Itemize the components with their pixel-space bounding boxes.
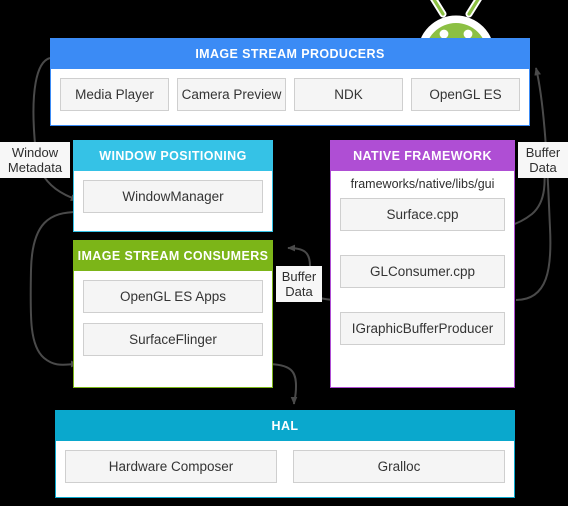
callout-buffer-data-middle-line2: Data bbox=[285, 284, 313, 299]
callout-window-metadata-line2: Metadata bbox=[7, 160, 63, 175]
panel-image-stream-producers: IMAGE STREAM PRODUCERS Media Player Came… bbox=[50, 38, 530, 126]
wire-windowmanager-to-surfaceflinger bbox=[29, 211, 79, 368]
wire-bufferdata-to-consumers bbox=[287, 244, 311, 267]
callout-buffer-data-middle-line1: Buffer bbox=[281, 269, 317, 284]
callout-window-metadata-line1: Window bbox=[11, 145, 59, 160]
node-ndk[interactable]: NDK bbox=[294, 78, 403, 111]
node-igraphicbufferproducer[interactable]: IGraphicBufferProducer bbox=[340, 312, 505, 345]
panel-window-positioning: WINDOW POSITIONING WindowManager bbox=[73, 140, 273, 232]
callout-window-metadata: Window Metadata bbox=[0, 142, 70, 178]
native-framework-path: frameworks/native/libs/gui bbox=[350, 177, 495, 191]
panel-native-framework: NATIVE FRAMEWORK frameworks/native/libs/… bbox=[330, 140, 515, 388]
diagram-canvas: IMAGE STREAM PRODUCERS Media Player Came… bbox=[0, 0, 568, 506]
node-gralloc[interactable]: Gralloc bbox=[293, 450, 505, 483]
node-surface-cpp[interactable]: Surface.cpp bbox=[340, 198, 505, 231]
panel-hal: HAL Hardware Composer Gralloc bbox=[55, 410, 515, 498]
node-opengl-es[interactable]: OpenGL ES bbox=[411, 78, 520, 111]
panel-header-image-stream-producers: IMAGE STREAM PRODUCERS bbox=[51, 39, 529, 69]
node-opengl-es-apps[interactable]: OpenGL ES Apps bbox=[83, 280, 263, 313]
panel-header-native-framework: NATIVE FRAMEWORK bbox=[331, 141, 514, 171]
node-media-player[interactable]: Media Player bbox=[60, 78, 169, 111]
panel-image-stream-consumers: IMAGE STREAM CONSUMERS OpenGL ES Apps Su… bbox=[73, 240, 273, 388]
node-hardware-composer[interactable]: Hardware Composer bbox=[65, 450, 277, 483]
node-glconsumer-cpp[interactable]: GLConsumer.cpp bbox=[340, 255, 505, 288]
callout-buffer-data-right-line1: Buffer bbox=[525, 145, 561, 160]
image-stream-consumers-body: OpenGL ES Apps SurfaceFlinger bbox=[74, 271, 272, 365]
panel-header-window-positioning: WINDOW POSITIONING bbox=[74, 141, 272, 171]
panel-header-image-stream-consumers: IMAGE STREAM CONSUMERS bbox=[74, 241, 272, 271]
native-framework-body: Surface.cpp GLConsumer.cpp IGraphicBuffe… bbox=[331, 198, 514, 354]
hal-node-row: Hardware Composer Gralloc bbox=[56, 441, 514, 492]
node-surfaceflinger[interactable]: SurfaceFlinger bbox=[83, 323, 263, 356]
callout-buffer-data-right: Buffer Data bbox=[518, 142, 568, 178]
node-windowmanager[interactable]: WindowManager bbox=[83, 180, 263, 213]
callout-buffer-data-middle: Buffer Data bbox=[276, 266, 322, 302]
node-camera-preview[interactable]: Camera Preview bbox=[177, 78, 286, 111]
callout-buffer-data-right-line2: Data bbox=[529, 160, 557, 175]
window-positioning-body: WindowManager bbox=[74, 171, 272, 222]
producers-node-row: Media Player Camera Preview NDK OpenGL E… bbox=[51, 69, 529, 120]
panel-header-hal: HAL bbox=[56, 411, 514, 441]
